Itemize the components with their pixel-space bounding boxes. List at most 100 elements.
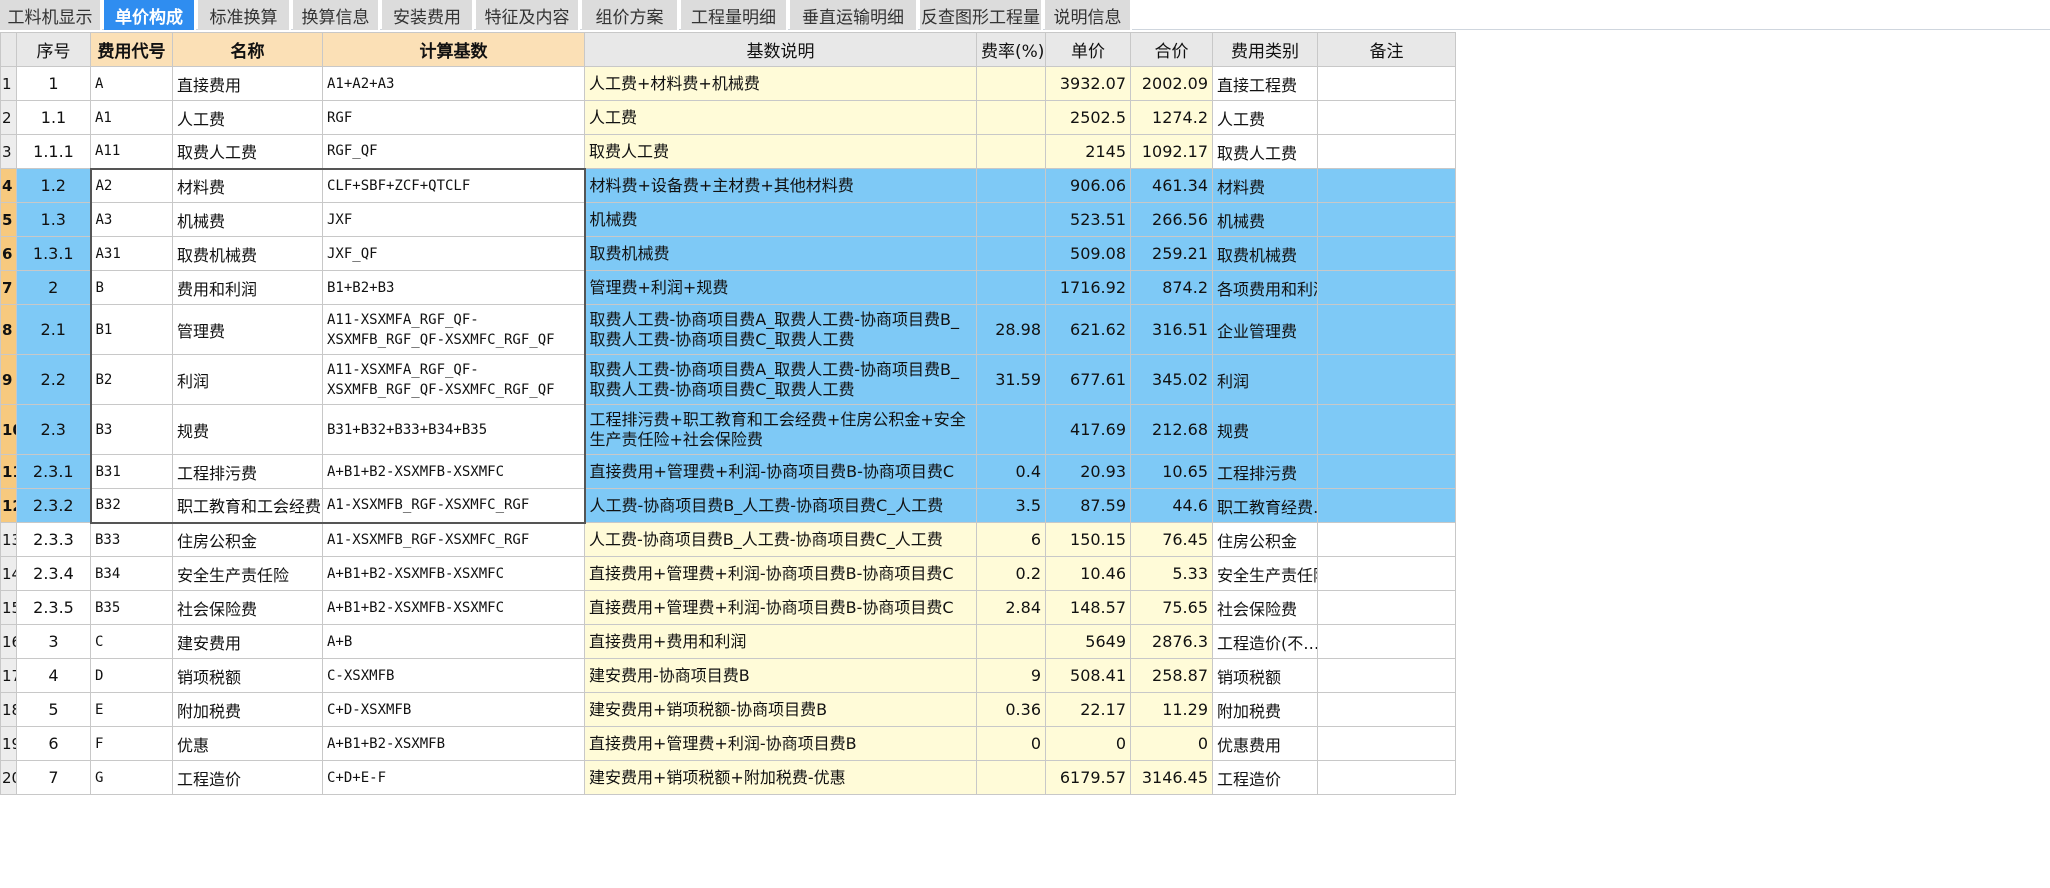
cell-price[interactable]: 906.06: [1045, 168, 1131, 203]
cell-name[interactable]: 销项税额: [172, 658, 323, 693]
cell-base[interactable]: B1+B2+B3: [322, 270, 586, 305]
cell-note[interactable]: [1317, 488, 1456, 523]
cell-code[interactable]: F: [90, 726, 173, 761]
cell-category[interactable]: 各项费用和利润: [1212, 270, 1318, 305]
cell-base[interactable]: B31+B32+B33+B34+B35: [322, 404, 586, 455]
cell-base[interactable]: A+B1+B2-XSXMFB-XSXMFC: [322, 454, 586, 489]
cell-price[interactable]: 508.41: [1045, 658, 1131, 693]
cell-total[interactable]: 0: [1130, 726, 1213, 761]
cell-seq[interactable]: 2.3.3: [16, 522, 91, 557]
cell-price[interactable]: 677.61: [1045, 354, 1131, 405]
cell-base[interactable]: A+B1+B2-XSXMFB-XSXMFC: [322, 590, 585, 625]
column-header-name[interactable]: 名称: [172, 32, 323, 67]
cell-seq[interactable]: 2.3.5: [16, 590, 91, 625]
cell-base[interactable]: A1-XSXMFB_RGF-XSXMFC_RGF: [322, 522, 585, 557]
cell-seq[interactable]: 6: [16, 726, 91, 761]
cell-total[interactable]: 2002.09: [1130, 66, 1213, 101]
cell-price[interactable]: 509.08: [1045, 236, 1131, 271]
cell-category[interactable]: 职工教育经费…: [1212, 488, 1318, 523]
cell-rate[interactable]: 0.4: [976, 454, 1046, 489]
cell-name[interactable]: 材料费: [172, 167, 323, 203]
tab-5[interactable]: 特征及内容: [476, 0, 580, 30]
cell-name[interactable]: 职工教育和工会经费: [172, 488, 323, 524]
tab-10[interactable]: 说明信息: [1045, 0, 1132, 30]
column-header-price[interactable]: 单价: [1045, 32, 1131, 67]
cell-rate[interactable]: 31.59: [976, 354, 1046, 405]
cell-rate[interactable]: [976, 624, 1046, 659]
cell-base[interactable]: RGF: [322, 100, 585, 135]
column-header-base[interactable]: 计算基数: [322, 32, 585, 67]
cell-base[interactable]: A+B: [322, 624, 585, 659]
cell-name[interactable]: 费用和利润: [172, 270, 323, 305]
table-row[interactable]: 122.3.2B32职工教育和工会经费A1-XSXMFB_RGF-XSXMFC_…: [0, 488, 1901, 524]
cell-desc[interactable]: 机械费: [584, 202, 977, 237]
cell-name[interactable]: 取费人工费: [172, 134, 323, 169]
cell-total[interactable]: 5.33: [1130, 556, 1213, 591]
table-row[interactable]: 9 2.2 B2 利润 A11-XSXMFA_RGF_QF-XSXMFB_RGF_QF-…: [0, 354, 1901, 405]
table-row[interactable]: 174D销项税额C-XSXMFB建安费用-协商项目费B9508.41258.87…: [0, 658, 1901, 693]
row-number[interactable]: 14: [0, 556, 17, 591]
cell-desc[interactable]: 人工费+材料费+机械费: [584, 66, 977, 101]
cell-desc[interactable]: 人工费-协商项目费B_人工费-协商项目费C_人工费: [584, 488, 977, 523]
cell-price[interactable]: 87.59: [1045, 488, 1131, 523]
cell-code[interactable]: B35: [90, 590, 173, 625]
cell-code[interactable]: A3: [89, 202, 173, 237]
row-number[interactable]: 10: [0, 404, 17, 455]
tab-9[interactable]: 反查图形工程量: [920, 0, 1043, 30]
cell-category[interactable]: 工程造价: [1212, 760, 1318, 795]
row-number[interactable]: 5: [0, 202, 17, 237]
cell-category[interactable]: 工程排污费: [1212, 454, 1318, 489]
cell-category[interactable]: 材料费: [1212, 168, 1318, 203]
tab-7[interactable]: 工程量明细: [681, 0, 788, 30]
cell-name[interactable]: 附加税费: [172, 692, 323, 727]
cell-price[interactable]: 523.51: [1045, 202, 1131, 237]
cell-total[interactable]: 11.29: [1130, 692, 1213, 727]
cell-note[interactable]: [1317, 726, 1456, 761]
cell-seq[interactable]: 7: [16, 760, 91, 795]
cell-desc[interactable]: 取费人工费: [584, 134, 977, 169]
cell-code[interactable]: B32: [89, 488, 173, 524]
tab-3[interactable]: 换算信息: [293, 0, 380, 30]
row-number[interactable]: 6: [0, 236, 17, 271]
row-number[interactable]: 11: [0, 454, 17, 489]
cell-base[interactable]: A1+A2+A3: [322, 66, 585, 101]
table-row[interactable]: 8 2.1 B1 管理费 A11-XSXMFA_RGF_QF-XSXMFB_RGF_QF…: [0, 304, 1901, 355]
cell-price[interactable]: 150.15: [1045, 522, 1131, 557]
cell-seq[interactable]: 1.1.1: [16, 134, 91, 169]
cell-rate[interactable]: 0.36: [976, 692, 1046, 727]
cell-category[interactable]: 人工费: [1212, 100, 1318, 135]
cell-name[interactable]: 工程造价: [172, 760, 323, 795]
cell-code[interactable]: A2: [89, 167, 173, 203]
cell-desc[interactable]: 直接费用+管理费+利润-协商项目费B: [584, 726, 977, 761]
row-number[interactable]: 8: [0, 304, 17, 355]
cell-name[interactable]: 人工费: [172, 100, 323, 135]
cell-desc[interactable]: 取费机械费: [584, 236, 977, 271]
cell-base[interactable]: C-XSXMFB: [322, 658, 585, 693]
column-header-category[interactable]: 费用类别: [1212, 32, 1318, 67]
cell-note[interactable]: [1317, 624, 1456, 659]
cell-price[interactable]: 417.69: [1045, 404, 1131, 455]
cell-name[interactable]: 社会保险费: [172, 590, 323, 625]
table-row[interactable]: 6 1.3.1 A31 取费机械费 JXF_QF 取费机械费 509.08 259.21 取费机…: [0, 236, 1901, 271]
cell-desc[interactable]: 管理费+利润+规费: [584, 270, 977, 305]
cell-desc[interactable]: 直接费用+管理费+利润-协商项目费B-协商项目费C: [584, 590, 977, 625]
cell-total[interactable]: 76.45: [1130, 522, 1213, 557]
cell-code[interactable]: B1: [89, 304, 173, 355]
cell-name[interactable]: 管理费: [172, 304, 323, 355]
cell-code[interactable]: C: [90, 624, 173, 659]
row-number[interactable]: 20: [0, 760, 17, 795]
cell-base[interactable]: A11-XSXMFA_RGF_QF-XSXMFB_RGF_QF-XSXMFC_R…: [322, 354, 586, 405]
cell-name[interactable]: 工程排污费: [172, 454, 323, 489]
cell-total[interactable]: 316.51: [1130, 304, 1213, 355]
cell-rate[interactable]: [976, 236, 1046, 271]
cell-note[interactable]: [1317, 354, 1456, 405]
cell-category[interactable]: 机械费: [1212, 202, 1318, 237]
cell-seq[interactable]: 2.3: [16, 404, 91, 455]
cell-note[interactable]: [1317, 202, 1456, 237]
cell-price[interactable]: 2145: [1045, 134, 1131, 169]
cell-rate[interactable]: [976, 134, 1046, 169]
cell-base[interactable]: A+B1+B2-XSXMFB-XSXMFC: [322, 556, 585, 591]
tab-6[interactable]: 组价方案: [582, 0, 679, 30]
cell-category[interactable]: 工程造价(不…: [1212, 624, 1318, 659]
cell-seq[interactable]: 2.3.2: [16, 488, 91, 523]
